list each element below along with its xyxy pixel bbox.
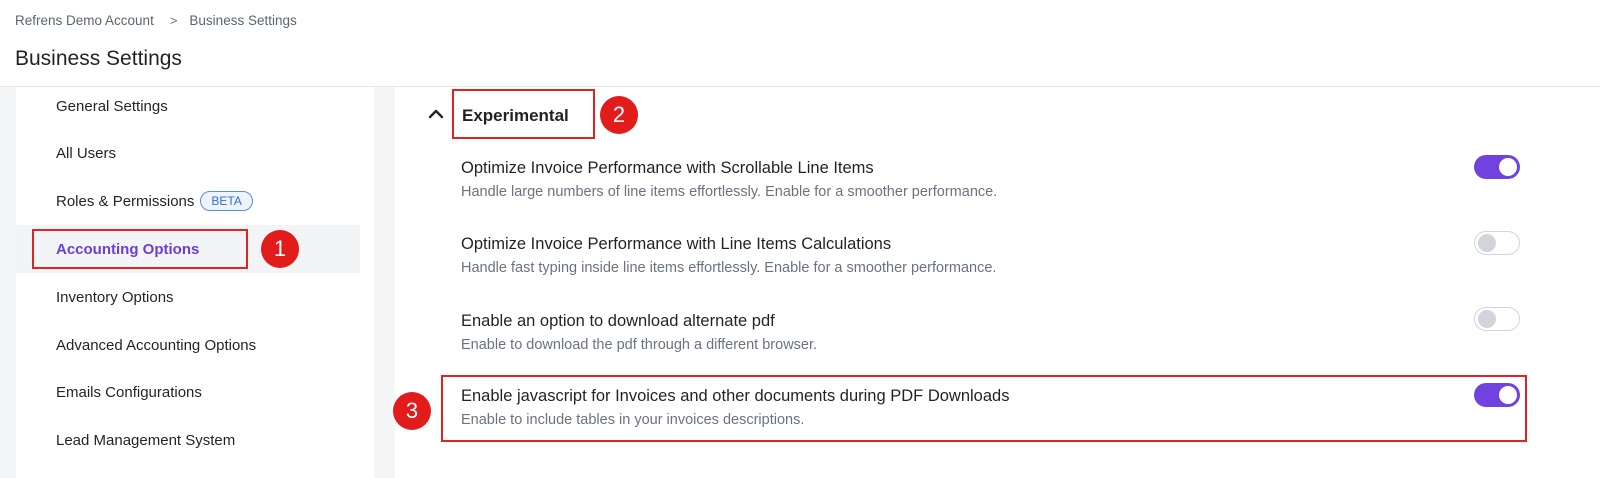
setting-description: Enable to download the pdf through a dif… <box>461 337 818 353</box>
toggle-knob <box>1478 234 1496 252</box>
chevron-up-icon[interactable] <box>427 105 445 123</box>
annotation-marker-3: 3 <box>393 392 431 430</box>
toggle-knob <box>1478 310 1496 328</box>
setting-title: Enable an option to download alternate p… <box>461 312 775 330</box>
toggle-knob <box>1499 158 1517 176</box>
page-title: Business Settings <box>15 47 182 70</box>
sidebar-item-emails-configurations[interactable]: Emails Configurations <box>15 368 360 416</box>
breadcrumb-account-link[interactable]: Refrens Demo Account <box>15 13 154 28</box>
breadcrumb-current: Business Settings <box>189 13 297 28</box>
sidebar-item-label: Lead Management System <box>56 431 236 449</box>
sidebar-item-roles-permissions[interactable]: Roles & Permissions BETA <box>15 177 360 225</box>
beta-badge: BETA <box>200 191 253 211</box>
setting-description: Handle fast typing inside line items eff… <box>461 260 997 276</box>
setting-title: Optimize Invoice Performance with Line I… <box>461 235 892 253</box>
sidebar-item-label: Emails Configurations <box>56 383 202 401</box>
sidebar-item-label: Inventory Options <box>56 288 174 306</box>
sidebar-item-label: Roles & Permissions <box>56 192 195 210</box>
sidebar-item-all-users[interactable]: All Users <box>15 129 360 177</box>
alternate-pdf-toggle[interactable] <box>1474 307 1520 331</box>
sidebar-item-label: Advanced Accounting Options <box>56 336 257 354</box>
setting-description: Handle large numbers of line items effor… <box>461 184 998 200</box>
breadcrumb: Refrens Demo Account > Business Settings <box>15 13 297 28</box>
annotation-highlight-pdf-javascript <box>441 375 1527 442</box>
annotation-marker-2: 2 <box>600 96 638 134</box>
annotation-highlight-accounting-options <box>32 229 248 269</box>
sidebar-item-lead-management-system[interactable]: Lead Management System <box>15 416 360 464</box>
sidebar-item-advanced-accounting-options[interactable]: Advanced Accounting Options <box>15 321 360 369</box>
setting-title: Optimize Invoice Performance with Scroll… <box>461 159 874 177</box>
left-gutter <box>0 87 16 478</box>
line-items-calculations-toggle[interactable] <box>1474 231 1520 255</box>
breadcrumb-separator-icon: > <box>169 13 178 28</box>
scrollable-line-items-toggle[interactable] <box>1474 155 1520 179</box>
sidebar-item-general-settings[interactable]: General Settings <box>15 82 360 130</box>
sidebar-item-label: General Settings <box>56 97 168 115</box>
annotation-highlight-experimental <box>452 89 595 139</box>
annotation-marker-1: 1 <box>261 230 299 268</box>
sidebar-item-label: All Users <box>56 144 117 162</box>
middle-gutter <box>374 87 395 478</box>
sidebar-item-inventory-options[interactable]: Inventory Options <box>15 273 360 321</box>
